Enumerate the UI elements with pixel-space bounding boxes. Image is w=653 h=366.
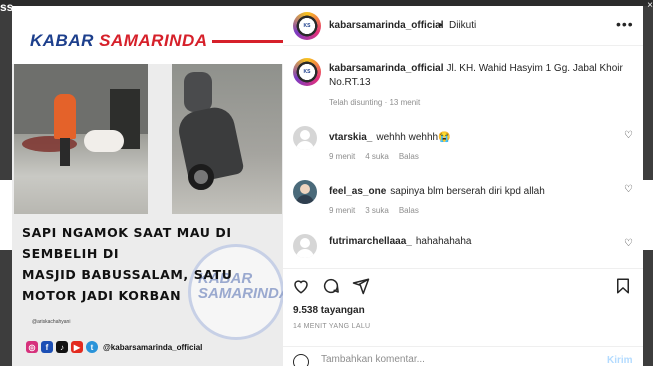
brand-logo-part2: SAMARINDA: [99, 31, 208, 50]
share-paper-plane-icon[interactable]: [351, 276, 371, 296]
youtube-icon: ▶: [71, 341, 83, 353]
photo-cow-scene: [14, 64, 148, 214]
twitter-icon: t: [86, 341, 98, 353]
comment-like-heart-icon[interactable]: ♡: [624, 130, 633, 141]
comment-time: 9 menit: [329, 206, 356, 215]
account-username[interactable]: kabarsamarinda_official: [329, 20, 444, 31]
comment-body: sapinya blm berserah diri kpd allah: [390, 186, 545, 197]
emoji-icon[interactable]: [293, 354, 309, 366]
post-header: KS kabarsamarinda_official • Diikuti •••: [283, 6, 643, 46]
social-handle: @kabarsamarinda_official: [103, 342, 203, 352]
comment-username[interactable]: vtarskia_: [329, 132, 372, 143]
comment-item: feel_as_one sapinya blm berserah diri kpd…: [329, 186, 619, 197]
background-page-edge-left: [0, 180, 12, 250]
comment-reply-button[interactable]: Balas: [399, 206, 419, 215]
post-comment-button[interactable]: Kirim: [607, 355, 633, 366]
comment-meta: 9 menit 3 suka Balas: [329, 206, 419, 215]
post-details-panel: KS kabarsamarinda_official • Diikuti •••…: [283, 6, 643, 366]
comment-body: wehhh wehhh😭: [376, 132, 451, 143]
comment-avatar[interactable]: [293, 126, 317, 150]
social-bar: ◎ f ♪ ▶ t @kabarsamarinda_official: [26, 339, 202, 355]
caption-avatar[interactable]: KS: [293, 58, 321, 86]
more-options-icon[interactable]: •••: [616, 16, 634, 32]
brand-logo-part1: KABAR: [30, 31, 100, 50]
comment-time: 9 menit: [329, 152, 356, 161]
save-bookmark-icon[interactable]: [613, 276, 633, 296]
comment-username[interactable]: futrimarchellaaa_: [329, 236, 412, 247]
comment-input[interactable]: [321, 354, 601, 365]
comment-avatar[interactable]: [293, 234, 317, 258]
post-caption: kabarsamarinda_official Jl. KH. Wahid Has…: [329, 62, 634, 90]
brand-logo: KABAR SAMARINDA: [30, 31, 208, 51]
instagram-icon: ◎: [26, 341, 38, 353]
post-headline: SAPI NGAMOK SAAT MAU DI SEMBELIH DI MASJ…: [22, 225, 233, 303]
comment-item: futrimarchellaaa_ hahahahaha: [329, 236, 619, 247]
caption-meta: Telah disunting · 13 menit: [329, 98, 421, 107]
facebook-icon: f: [41, 341, 53, 353]
media-header: KABAR SAMARINDA: [12, 6, 283, 64]
caption-username[interactable]: kabarsamarinda_official: [329, 63, 444, 74]
brand-underline: [212, 40, 283, 43]
comment-avatar[interactable]: [293, 180, 317, 204]
view-count: 9.538 tayangan: [293, 305, 365, 316]
tiktok-icon: ♪: [56, 341, 68, 353]
comment-reply-button[interactable]: Balas: [399, 152, 419, 161]
account-avatar[interactable]: KS: [293, 12, 321, 40]
like-heart-icon[interactable]: [291, 276, 311, 296]
post-timestamp: 14 MENIT YANG LALU: [293, 323, 371, 330]
comment-likes[interactable]: 4 suka: [365, 152, 389, 161]
separator-dot: •: [438, 18, 443, 32]
close-icon[interactable]: ×: [647, 0, 653, 11]
photo-motorbike-scene: [172, 64, 282, 214]
comment-like-heart-icon[interactable]: ♡: [624, 184, 633, 195]
comment-item: vtarskia_ wehhh wehhh😭: [329, 132, 619, 143]
comment-likes[interactable]: 3 suka: [365, 206, 389, 215]
photo-credit: @ariskachahyani: [32, 319, 71, 325]
post-media[interactable]: KABAR SAMARINDA KABAR SAMARINDA SAPI NGA…: [12, 6, 283, 366]
comment-username[interactable]: feel_as_one: [329, 186, 386, 197]
background-page-edge-right: [643, 180, 653, 250]
comment-body: hahahahaha: [415, 236, 472, 247]
comment-meta: 9 menit 4 suka Balas: [329, 152, 419, 161]
comment-bubble-icon[interactable]: [321, 276, 341, 296]
follow-button[interactable]: Diikuti: [449, 20, 476, 31]
comment-like-heart-icon[interactable]: ♡: [624, 238, 633, 249]
